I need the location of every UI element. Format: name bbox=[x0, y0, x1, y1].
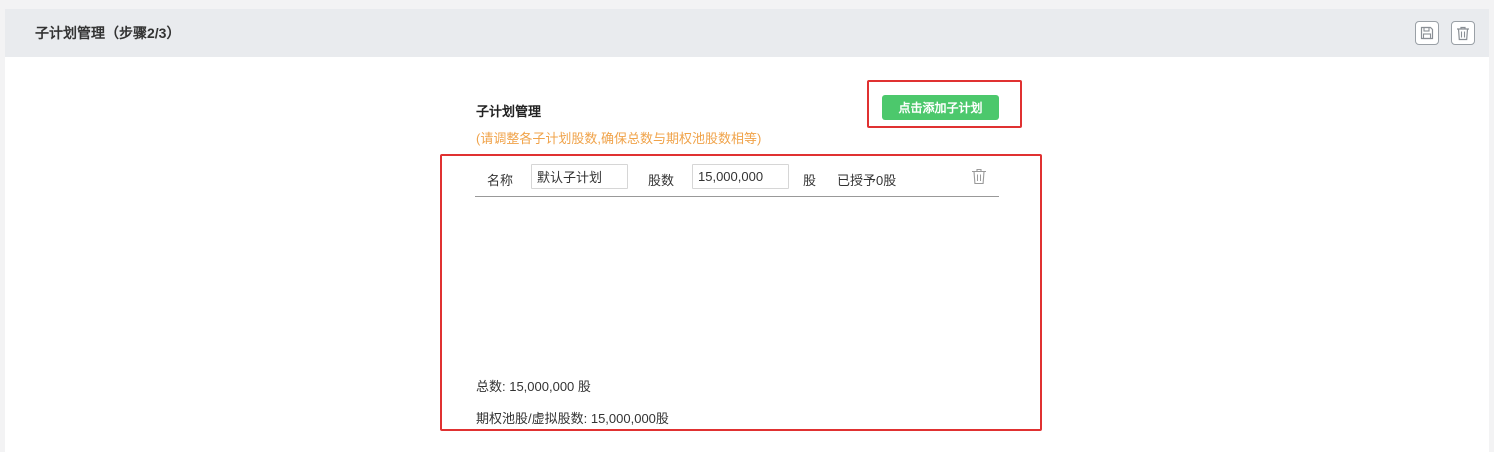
delete-button[interactable] bbox=[1451, 21, 1475, 45]
total-shares: 总数: 15,000,000 股 bbox=[476, 379, 591, 394]
add-subplan-button[interactable]: 点击添加子计划 bbox=[882, 95, 999, 120]
subplan-shares-input[interactable] bbox=[692, 164, 789, 189]
shares-unit: 股 bbox=[803, 173, 817, 188]
trash-icon bbox=[972, 168, 986, 185]
granted-status: 已授予0股 bbox=[837, 173, 897, 188]
panel-header: 子计划管理（步骤2/3） bbox=[5, 9, 1489, 57]
section-title: 子计划管理 bbox=[476, 104, 542, 119]
save-button[interactable] bbox=[1415, 21, 1439, 45]
shares-label: 股数 bbox=[648, 173, 675, 188]
section-hint: (请调整各子计划股数,确保总数与期权池股数相等) bbox=[476, 131, 762, 146]
subplan-name-input[interactable] bbox=[531, 164, 628, 189]
trash-icon bbox=[1457, 26, 1469, 40]
name-label: 名称 bbox=[487, 173, 514, 188]
page-title: 子计划管理（步骤2/3） bbox=[35, 25, 181, 41]
pool-shares: 期权池股/虚拟股数: 15,000,000股 bbox=[476, 411, 669, 426]
save-icon bbox=[1420, 26, 1434, 40]
subplan-panel: 子计划管理（步骤2/3） 点击添加子计划 子计划管理 (请调整各子计划股数,确保… bbox=[5, 9, 1489, 452]
delete-subplan-button[interactable] bbox=[971, 168, 989, 186]
subplan-row: 名称 股数 股 已授予0股 bbox=[475, 162, 999, 197]
